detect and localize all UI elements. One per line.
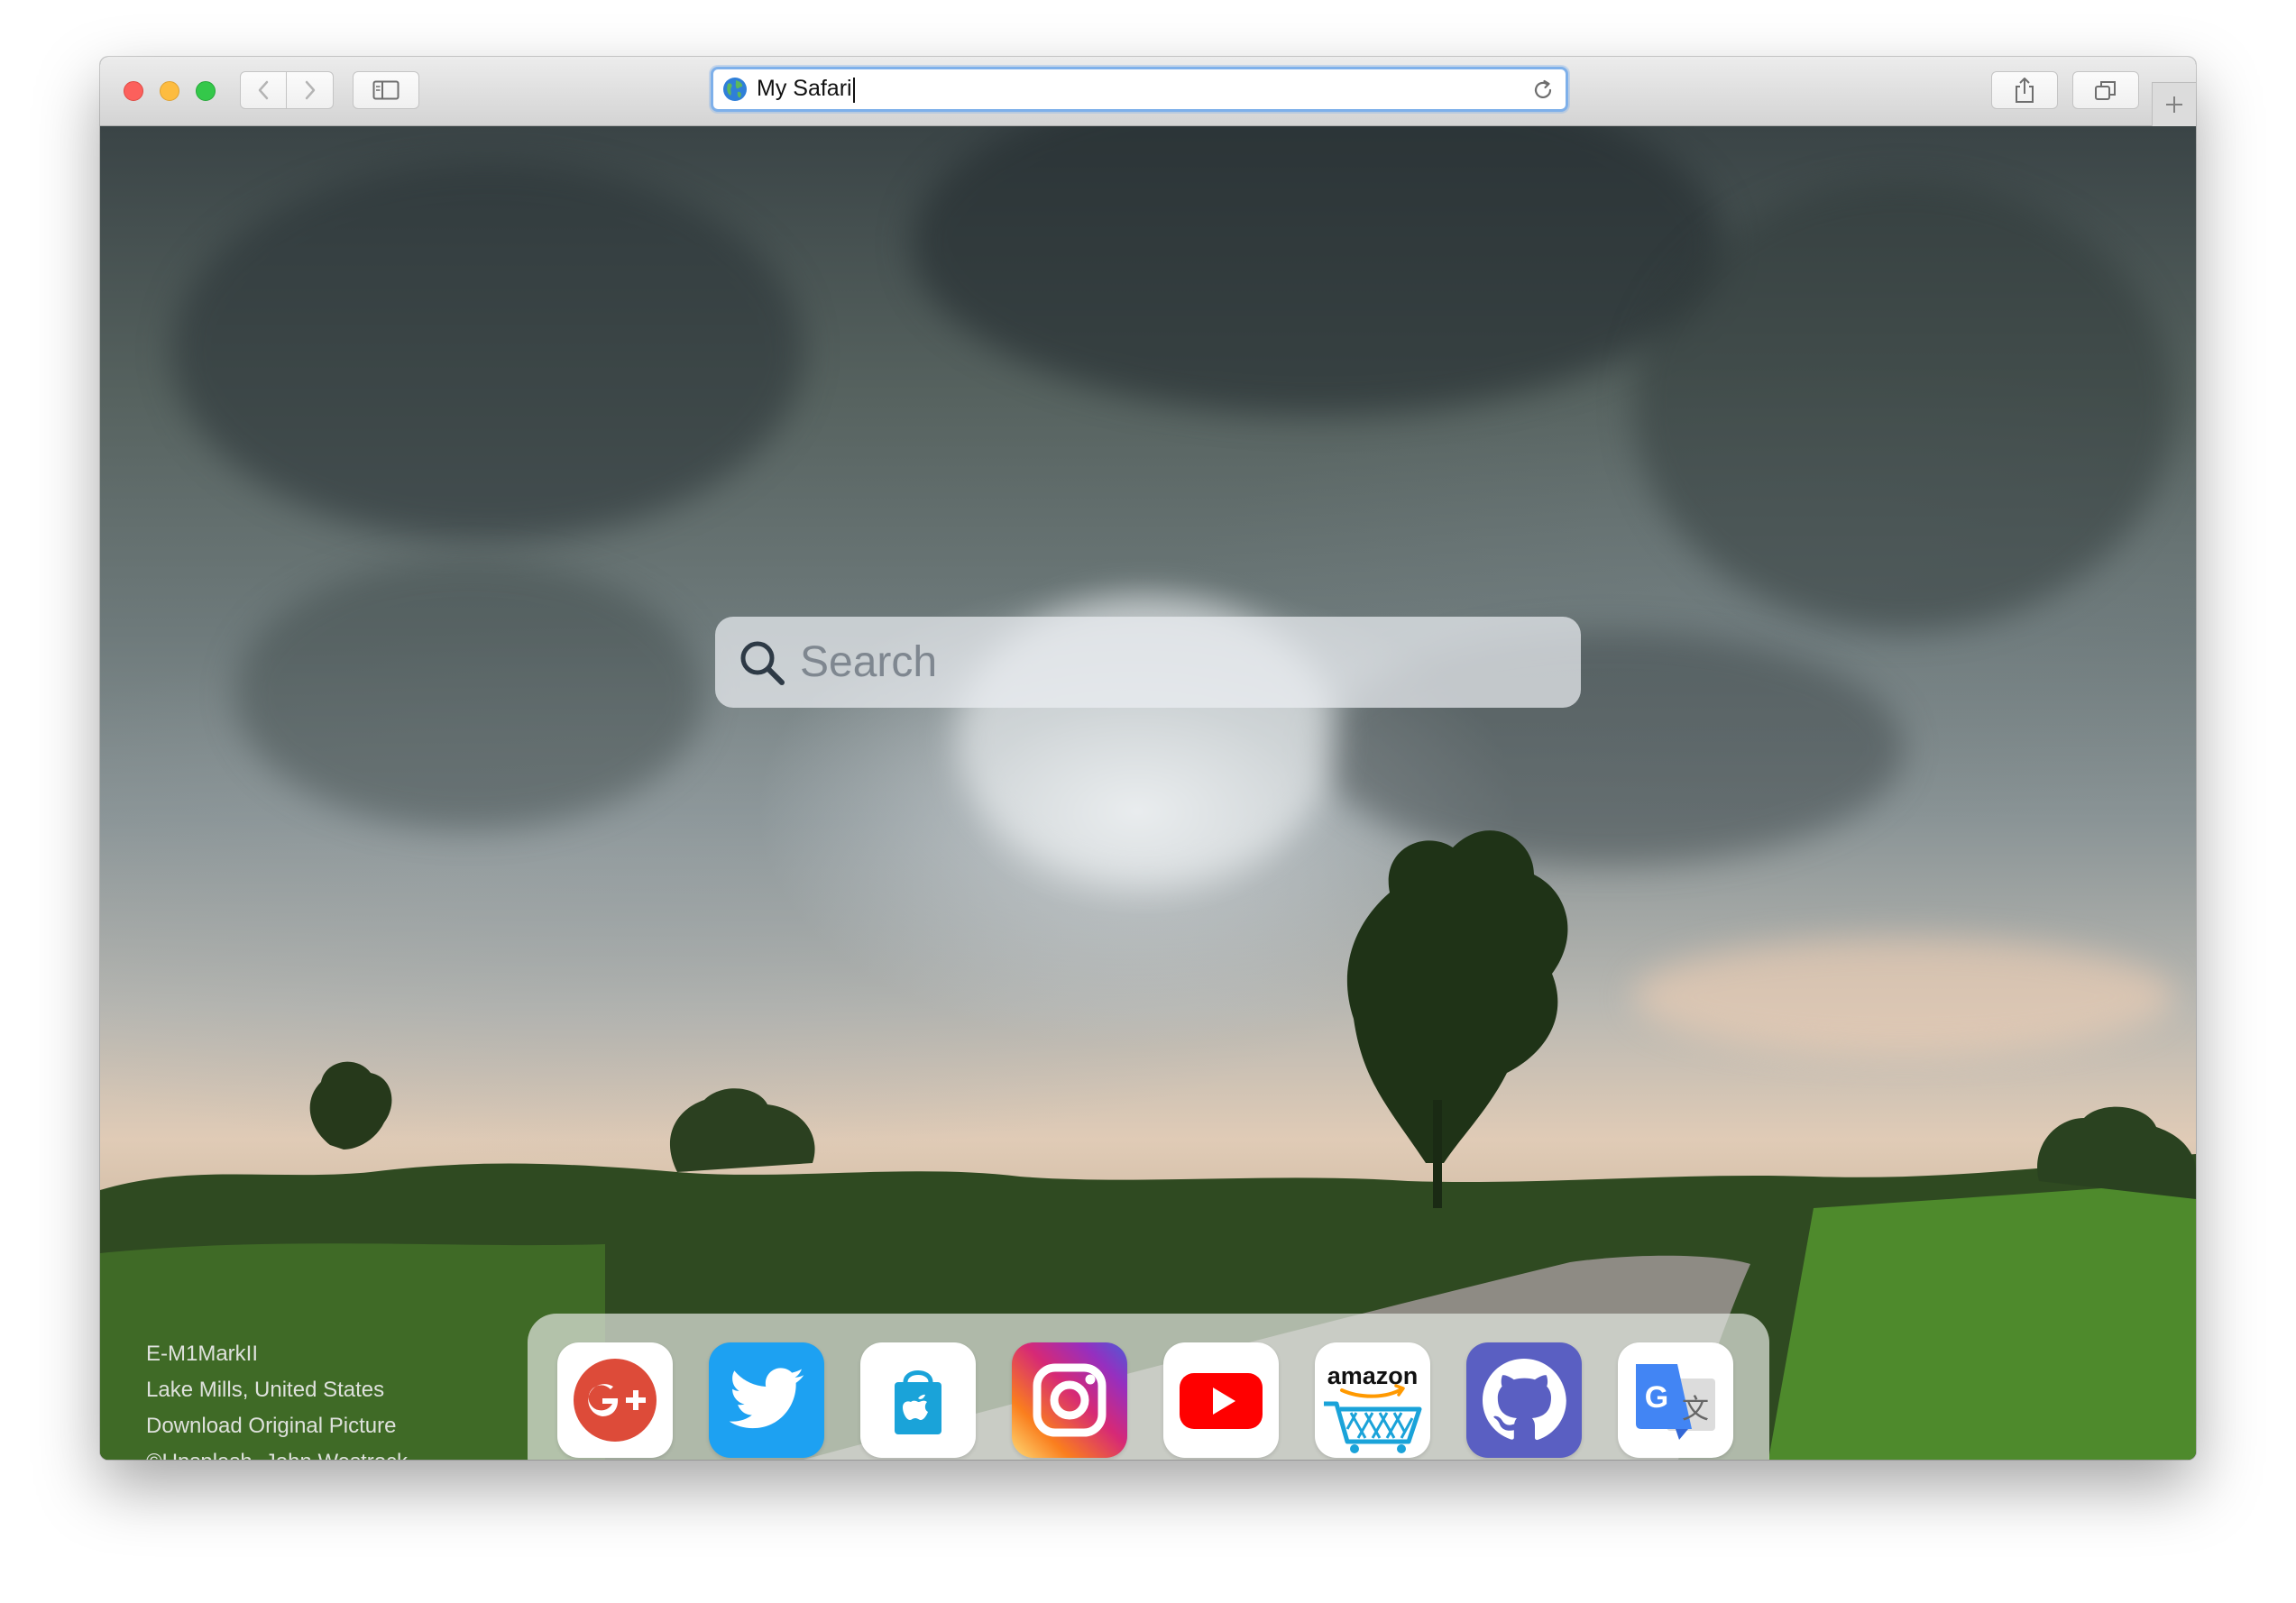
globe-icon [723,78,747,101]
search-field[interactable]: Search [715,617,1581,708]
new-tab-page: Search E-M1MarkII Lake Mills, United Sta… [100,126,2196,1460]
search-placeholder: Search [800,638,938,686]
twitter-app[interactable] [709,1342,824,1458]
github-app[interactable] [1466,1342,1582,1458]
maximize-window-button[interactable] [196,81,216,101]
google-translate-app[interactable]: G 文 [1618,1342,1733,1458]
chevron-right-icon [305,80,315,100]
text-caret [852,77,855,103]
svg-text:G: G [1645,1380,1668,1415]
tab-overview-button[interactable] [2072,71,2139,109]
browser-toolbar: My Safari [100,57,2196,126]
search-icon [740,641,785,685]
google-translate-icon: G 文 [1636,1364,1715,1440]
credit-author-link[interactable]: John Westrock [265,1450,408,1460]
download-original-link[interactable]: Download Original Picture [146,1408,408,1444]
share-button[interactable] [1991,71,2058,109]
github-octocat-icon [1483,1359,1566,1441]
photo-info: E-M1MarkII Lake Mills, United States Dow… [146,1336,408,1460]
chevron-left-icon [258,80,269,100]
credit-source-link[interactable]: ©Unsplash [146,1450,253,1460]
back-button[interactable] [240,71,287,109]
app-store-bag-icon [895,1370,941,1434]
photo-location: Lake Mills, United States [146,1378,385,1402]
reload-icon[interactable] [1531,78,1555,102]
address-text: My Safari [757,76,855,103]
youtube-app[interactable] [1163,1342,1279,1458]
share-icon [2016,78,2034,103]
sidebar-icon [372,80,400,100]
forward-button[interactable] [287,71,334,109]
photo-camera: E-M1MarkII [146,1342,259,1366]
close-window-button[interactable] [124,81,143,101]
instagram-app[interactable] [1012,1342,1127,1458]
app-store-app[interactable] [860,1342,976,1458]
address-bar[interactable]: My Safari [711,67,1568,112]
amazon-cart-icon: amazon [1324,1362,1422,1453]
twitter-bird-icon [729,1368,804,1429]
google-plus-icon [574,1359,657,1442]
google-plus-app[interactable] [557,1342,673,1458]
new-tab-button[interactable] [2152,82,2196,126]
navigation-buttons [240,71,335,109]
minimize-window-button[interactable] [160,81,179,101]
instagram-camera-icon [1033,1363,1107,1437]
photo-credit: ©Unsplash John Westrock [146,1444,408,1460]
svg-text:文: 文 [1682,1394,1709,1425]
tabs-icon [2095,81,2116,100]
browser-window: My Safari Search E-M1MarkII Lake Mills, … [100,57,2196,1460]
amazon-app[interactable]: amazon [1315,1342,1430,1458]
youtube-play-icon [1180,1373,1263,1429]
app-dock: amazon G 文 [528,1314,1769,1460]
sidebar-toggle-button[interactable] [353,71,419,109]
plus-icon [2166,96,2182,113]
amazon-wordmark: amazon [1327,1362,1419,1389]
